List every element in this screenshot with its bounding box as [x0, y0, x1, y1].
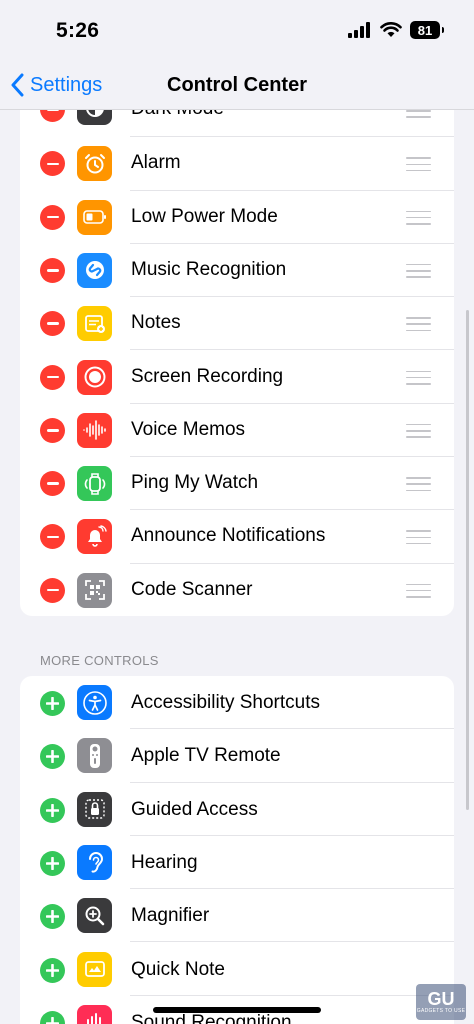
control-row-screen-recording: Screen Recording [20, 351, 454, 404]
accessibility-icon [77, 685, 112, 720]
control-row-guided-access[interactable]: Guided Access [20, 783, 454, 836]
notes-icon [77, 306, 112, 342]
section-header-more-controls: MORE CONTROLS [40, 653, 159, 668]
control-label: Sound Recognition [131, 1011, 292, 1024]
remove-button[interactable] [40, 151, 65, 177]
remove-button[interactable] [40, 471, 65, 497]
status-bar: 5:26 81 [0, 0, 474, 62]
add-button[interactable] [40, 691, 65, 716]
control-row-hearing[interactable]: Hearing [20, 836, 454, 890]
control-label: Low Power Mode [131, 205, 278, 227]
page-title: Control Center [167, 74, 307, 96]
control-row-accessibility-shortcuts[interactable]: Accessibility Shortcuts [20, 676, 454, 730]
control-label: Accessibility Shortcuts [131, 692, 321, 713]
quick-note-icon [77, 951, 112, 987]
tv-remote-icon [77, 738, 112, 774]
magnifier-icon [77, 898, 112, 934]
reorder-handle-icon[interactable] [406, 477, 431, 492]
control-row-voice-memos: Voice Memos [20, 404, 454, 458]
control-label: Code Scanner [131, 578, 253, 600]
control-label: Voice Memos [131, 418, 246, 440]
scroll-indicator[interactable] [466, 310, 469, 810]
add-button[interactable] [40, 957, 65, 983]
add-button[interactable] [40, 850, 65, 876]
control-label: Guided Access [131, 798, 258, 820]
control-row-announce-notifications: Announce Notifications [20, 510, 454, 564]
control-label: Screen Recording [131, 365, 284, 387]
control-row-music-recognition: Music Recognition [20, 244, 454, 298]
reorder-handle-icon[interactable] [406, 530, 431, 545]
navigation-bar: Settings Control Center [0, 62, 474, 110]
remove-button[interactable] [40, 311, 65, 337]
status-time: 5:26 [56, 19, 100, 42]
control-label: Announce Notifications [131, 525, 326, 547]
battery-indicator: 81 [410, 21, 444, 39]
ear-icon [77, 844, 112, 880]
status-icons: 81 [348, 21, 444, 39]
reorder-handle-icon[interactable] [406, 317, 431, 332]
control-label: Hearing [131, 851, 198, 873]
alarm-clock-icon [77, 146, 112, 182]
sound-recognition-icon [77, 1004, 112, 1024]
control-label: Magnifier [131, 905, 210, 927]
watermark-logo: GU GADGETS TO USE [416, 984, 466, 1020]
battery-icon [77, 199, 112, 235]
wifi-icon [380, 22, 402, 37]
control-label: Ping My Watch [131, 472, 259, 494]
reorder-handle-icon[interactable] [406, 210, 431, 225]
reorder-handle-icon[interactable] [406, 263, 431, 278]
remove-button[interactable] [40, 257, 65, 283]
control-row-code-scanner: Code Scanner [20, 564, 454, 616]
reorder-handle-icon[interactable] [406, 423, 431, 438]
control-label: Alarm [131, 152, 181, 174]
control-label: Music Recognition [131, 258, 287, 280]
record-icon [77, 359, 112, 395]
control-row-low-power-mode: Low Power Mode [20, 191, 454, 244]
included-controls-list: Dark Mode Alarm Low Power Mode Music Rec… [20, 86, 454, 616]
reorder-handle-icon[interactable] [406, 157, 431, 172]
control-label: Notes [131, 312, 181, 334]
watermark-logo-text: GU [427, 989, 455, 1009]
bell-icon [77, 519, 112, 555]
waveform-icon [77, 412, 112, 448]
add-button[interactable] [40, 904, 65, 930]
control-label: Quick Note [131, 958, 225, 980]
control-row-apple-tv-remote[interactable]: Apple TV Remote [20, 729, 454, 783]
shazam-icon [77, 252, 112, 288]
remove-button[interactable] [40, 364, 65, 390]
lock-icon [77, 791, 112, 827]
remove-button[interactable] [40, 524, 65, 550]
control-row-notes: Notes [20, 297, 454, 351]
add-button[interactable] [40, 1010, 65, 1024]
remove-button[interactable] [40, 577, 65, 603]
control-row-quick-note[interactable]: Quick Note [20, 943, 454, 996]
watch-icon [77, 466, 112, 502]
qr-code-icon [77, 572, 112, 608]
control-row-alarm: Alarm [20, 137, 454, 191]
more-controls-list: Accessibility Shortcuts Apple TV Remote … [20, 676, 454, 1024]
control-label: Apple TV Remote [131, 745, 281, 767]
watermark-caption: GADGETS TO USE [416, 1008, 466, 1014]
reorder-handle-icon[interactable] [406, 583, 431, 598]
reorder-handle-icon[interactable] [406, 370, 431, 385]
add-button[interactable] [40, 744, 65, 770]
remove-button[interactable] [40, 204, 65, 230]
home-indicator[interactable] [153, 1007, 321, 1013]
cellular-signal-icon [348, 22, 370, 38]
add-button[interactable] [40, 797, 65, 823]
control-row-ping-my-watch: Ping My Watch [20, 457, 454, 511]
control-row-magnifier[interactable]: Magnifier [20, 889, 454, 943]
remove-button[interactable] [40, 417, 65, 443]
